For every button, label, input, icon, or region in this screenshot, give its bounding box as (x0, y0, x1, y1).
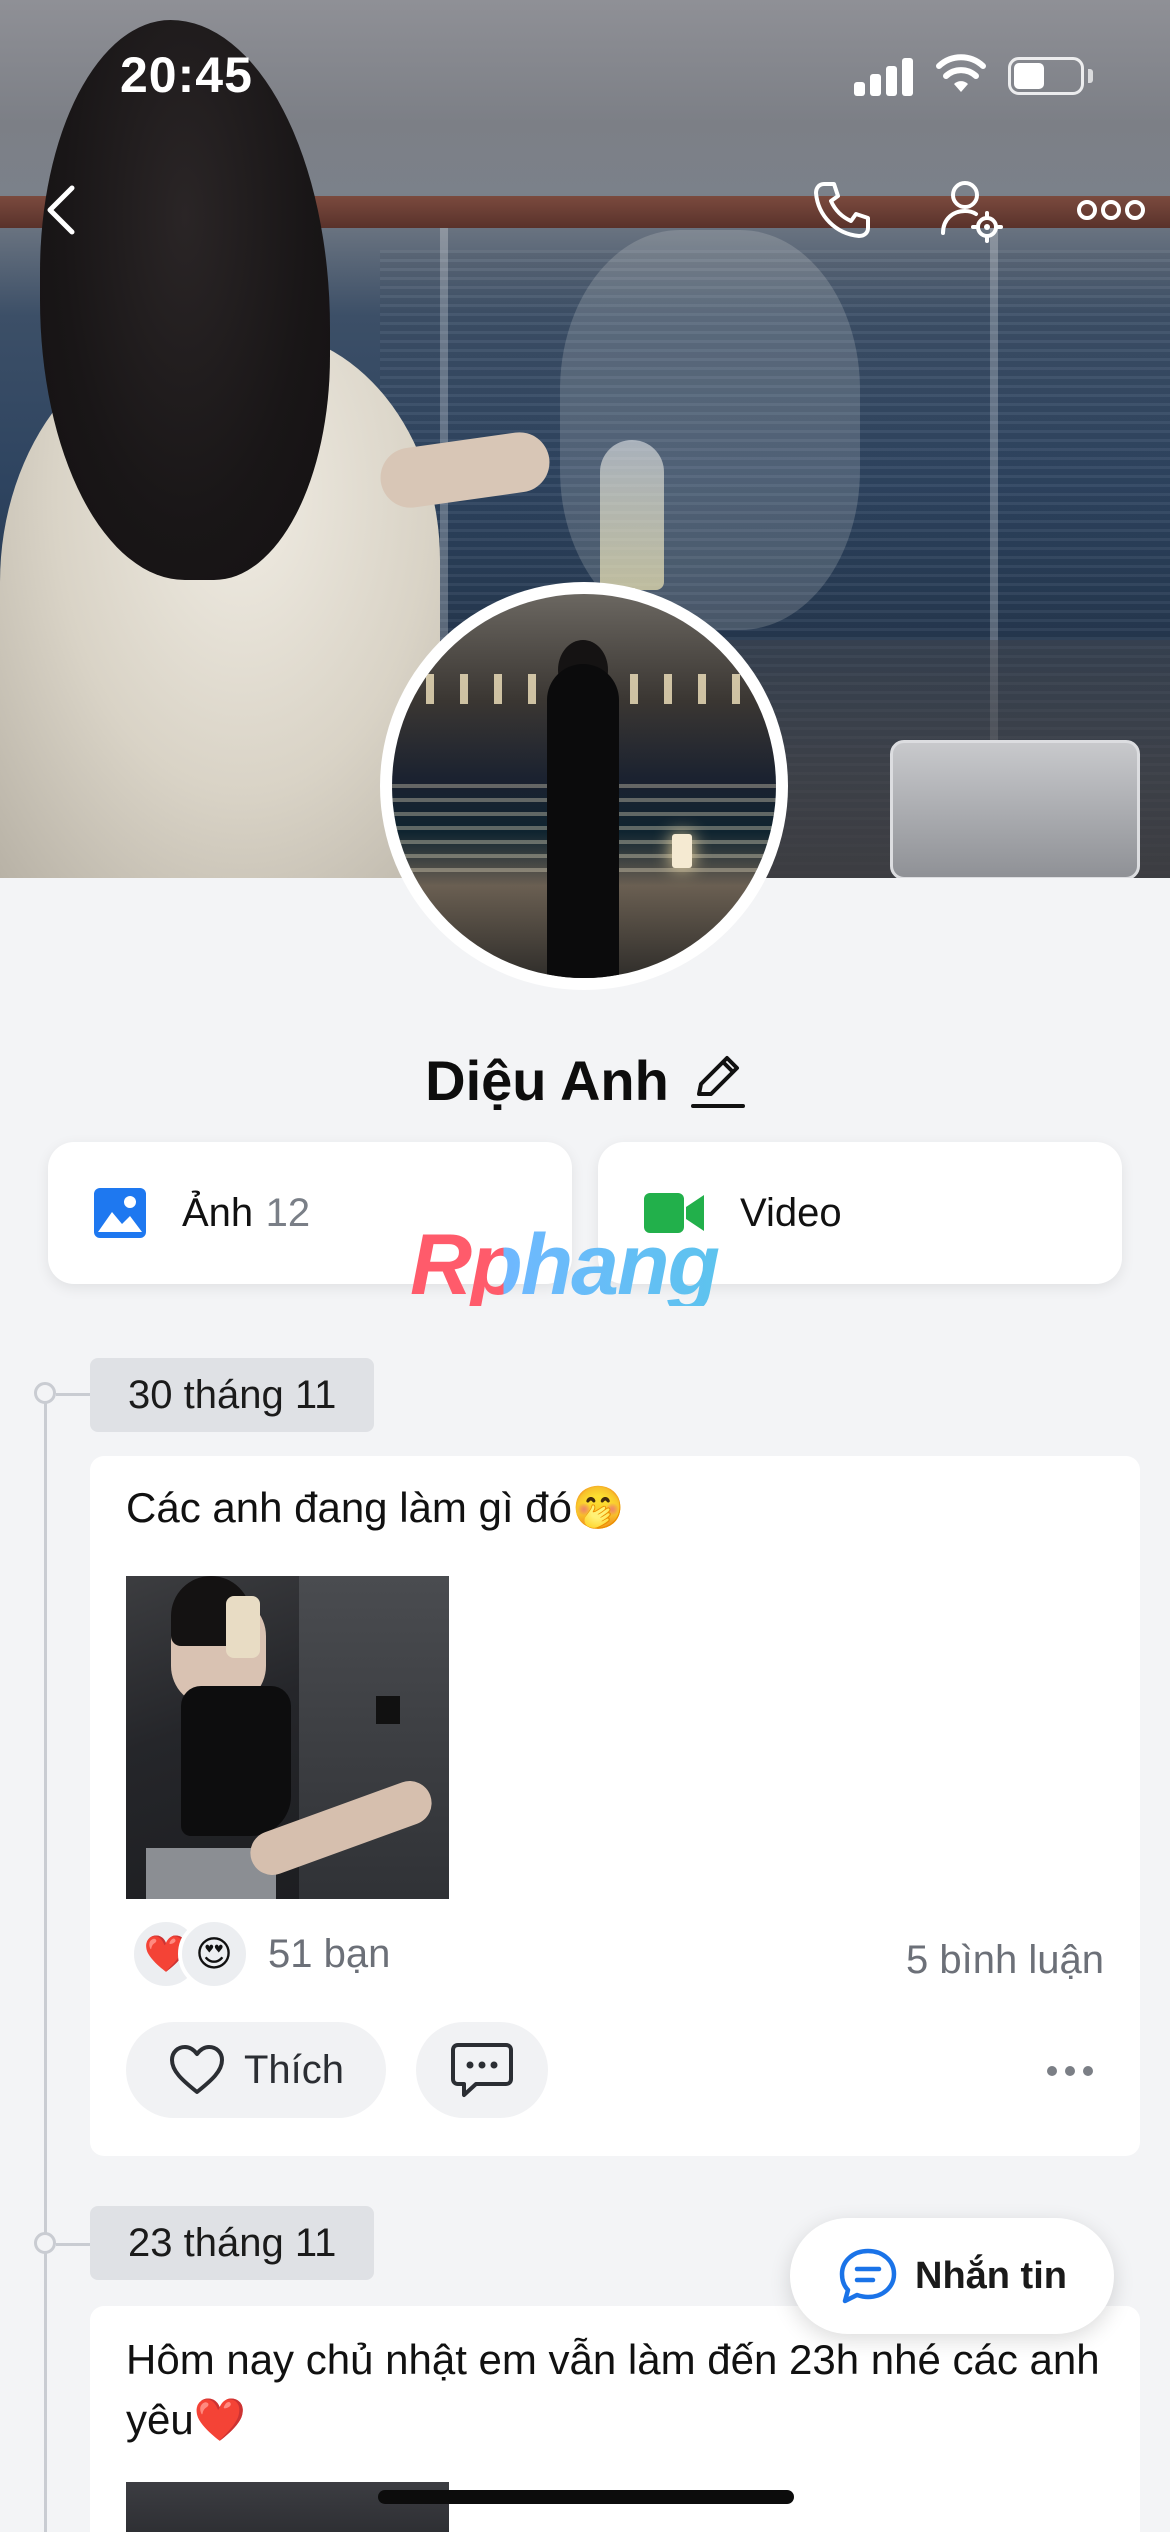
reaction-count: 51 bạn (268, 1931, 391, 1976)
chevron-left-icon (47, 185, 75, 235)
send-message-label: Nhắn tin (915, 2254, 1067, 2297)
timeline-line (44, 1392, 47, 2532)
heart-outline-icon (169, 2045, 224, 2094)
cellular-signal-icon (854, 56, 914, 96)
call-button[interactable] (802, 170, 882, 250)
wifi-icon (936, 52, 986, 96)
profile-screen: 20:45 Diệu Anh Ảnh 12 Video Rphang 30 th… (0, 0, 1170, 2532)
like-label: Thích (243, 2047, 345, 2092)
comment-button[interactable] (416, 2022, 548, 2118)
profile-settings-button[interactable] (932, 170, 1012, 250)
phone-icon (814, 182, 870, 238)
cover-ice-bucket (890, 740, 1140, 878)
home-indicator[interactable] (378, 2490, 794, 2504)
profile-name-row: Diệu Anh (0, 1040, 1170, 1120)
status-bar: 20:45 (0, 0, 1170, 150)
back-button[interactable] (22, 170, 102, 250)
post-date-pill: 23 tháng 11 (90, 2206, 375, 2280)
chat-bubble-icon (839, 2248, 897, 2304)
more-horizontal-icon (1077, 200, 1145, 220)
user-settings-icon (941, 181, 1003, 243)
image-icon (94, 1188, 146, 1238)
send-message-button[interactable]: Nhắn tin (790, 2218, 1114, 2334)
photos-count: 12 (265, 1190, 311, 1235)
photos-label: Ảnh (182, 1190, 254, 1235)
timeline-dot (34, 2232, 56, 2254)
post-date-pill: 30 tháng 11 (90, 1358, 375, 1432)
edit-pencil-icon[interactable] (690, 1050, 745, 1110)
post-reactions[interactable]: ❤️ 😍 51 bạn (130, 1918, 390, 1990)
timeline-connector (56, 1393, 92, 1396)
battery-icon (1008, 57, 1093, 95)
status-time: 20:45 (120, 47, 253, 103)
watermark-logo: Rphang (410, 1216, 770, 1313)
post-text: Hôm nay chủ nhật em vẫn làm đến 23h nhé … (126, 2336, 1100, 2443)
timeline-dot (34, 1382, 56, 1404)
like-button[interactable]: Thích (126, 2022, 386, 2118)
post-more-button[interactable] (1030, 2036, 1110, 2106)
profile-avatar[interactable] (380, 582, 788, 990)
post-card[interactable]: Các anh đang làm gì đó🤭 ❤️ 😍 51 bạn 5 bì… (90, 1456, 1140, 2156)
heart-eyes-reaction-icon: 😍 (178, 1918, 250, 1990)
comment-count[interactable]: 5 bình luận (906, 1938, 1104, 1983)
post-text: Các anh đang làm gì đó🤭 (126, 1484, 625, 1531)
avatar-photo (392, 594, 776, 978)
post-photo[interactable] (126, 1576, 449, 1899)
more-options-button[interactable] (1066, 170, 1156, 250)
profile-name: Diệu Anh (425, 1048, 669, 1112)
comment-bubble-icon (451, 2043, 513, 2097)
cover-wine-glass (600, 440, 664, 590)
timeline-connector (56, 2243, 92, 2246)
